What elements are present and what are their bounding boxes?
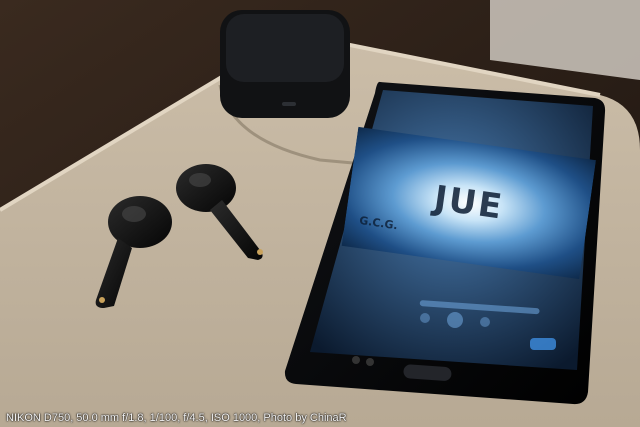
photo-caption: NIKON D750, 50.0 mm f/1.8, 1/100, f/4.5,…	[6, 412, 347, 424]
phone-screen: JUE G.C.G.	[327, 115, 597, 381]
photo-scene: JUE G.C.G. NIKON D750, 50.0 mm f/1.8, 1/…	[0, 0, 640, 427]
charging-case	[220, 10, 350, 118]
